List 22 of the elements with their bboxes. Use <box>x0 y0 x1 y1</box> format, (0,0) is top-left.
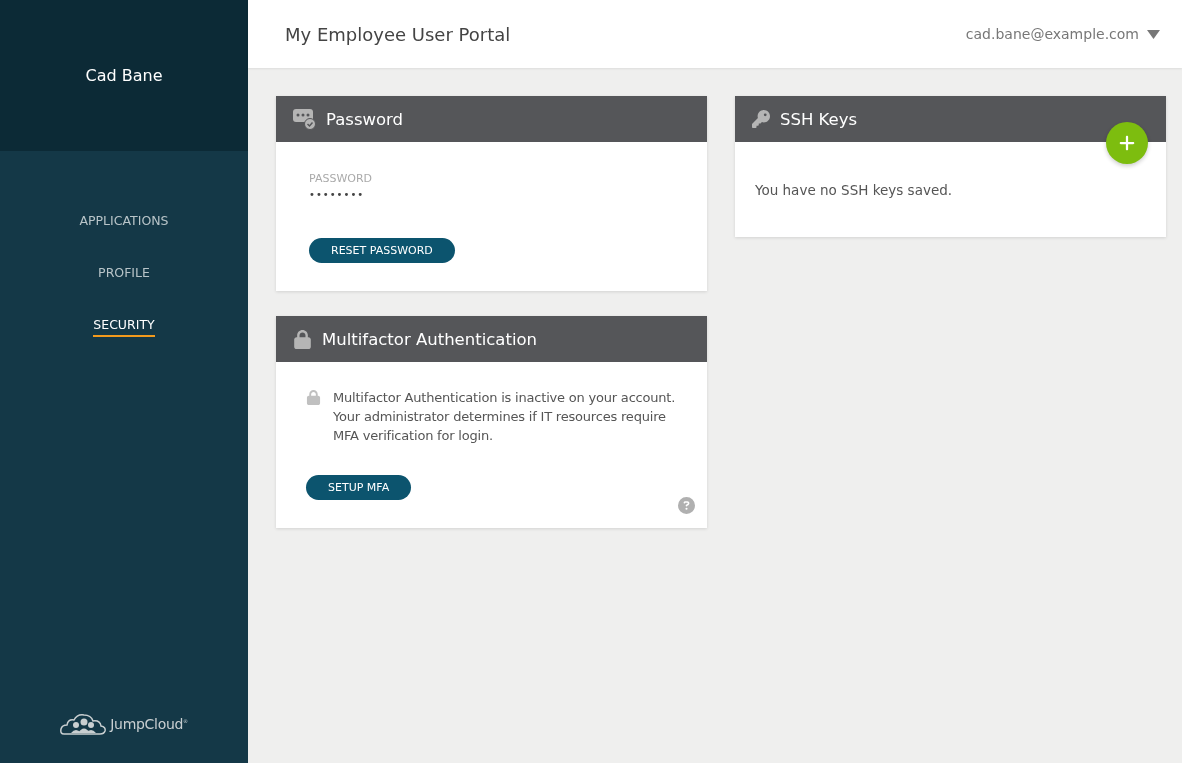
mfa-message: Multifactor Authentication is inactive on your account. Your administrator determines if IT resources require MFA verification for login. <box>333 389 677 445</box>
ssh-message: You have no SSH keys saved. <box>755 182 953 198</box>
plus-icon <box>1118 134 1136 152</box>
cloud-people-icon <box>60 713 107 735</box>
card-title: Multifactor Authentication <box>322 329 538 349</box>
account-menu[interactable]: cad.bane@example.com <box>959 25 1166 43</box>
card-title: SSH Keys <box>780 109 858 129</box>
setup-mfa-button[interactable]: SETUP MFA <box>306 475 412 500</box>
add-button[interactable] <box>1106 122 1148 164</box>
lock-icon <box>293 329 312 349</box>
password-value: •••••••• <box>309 189 366 200</box>
reset-password-button[interactable]: RESET PASSWORD <box>309 238 455 263</box>
nav-link[interactable]: APPLICATIONS <box>79 213 169 233</box>
caret-icon <box>1147 29 1160 39</box>
lock-icon <box>306 390 321 405</box>
nav-link[interactable]: PROFILE <box>98 265 150 285</box>
field-label: PASSWORD <box>309 172 374 185</box>
nav-link[interactable]: SECURITY <box>93 317 155 337</box>
logo-text: JumpCloud$^{®}$ <box>110 716 188 732</box>
page-title: My Employee User Portal <box>285 23 511 45</box>
card-title: Password <box>326 109 404 129</box>
user-name: Cad Bane <box>85 66 163 85</box>
